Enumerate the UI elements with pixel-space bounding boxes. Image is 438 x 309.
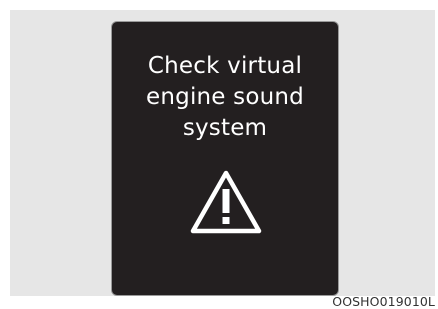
warning-message-line-2: engine sound bbox=[146, 84, 304, 110]
warning-message: Check virtual engine sound system bbox=[112, 51, 338, 144]
warning-message-line-3: system bbox=[182, 115, 268, 141]
warning-triangle-icon bbox=[190, 170, 262, 234]
image-code: OOSHO019010L bbox=[332, 294, 435, 309]
warning-message-line-1: Check virtual bbox=[147, 53, 303, 79]
cluster-display: Check virtual engine sound system bbox=[111, 21, 339, 296]
